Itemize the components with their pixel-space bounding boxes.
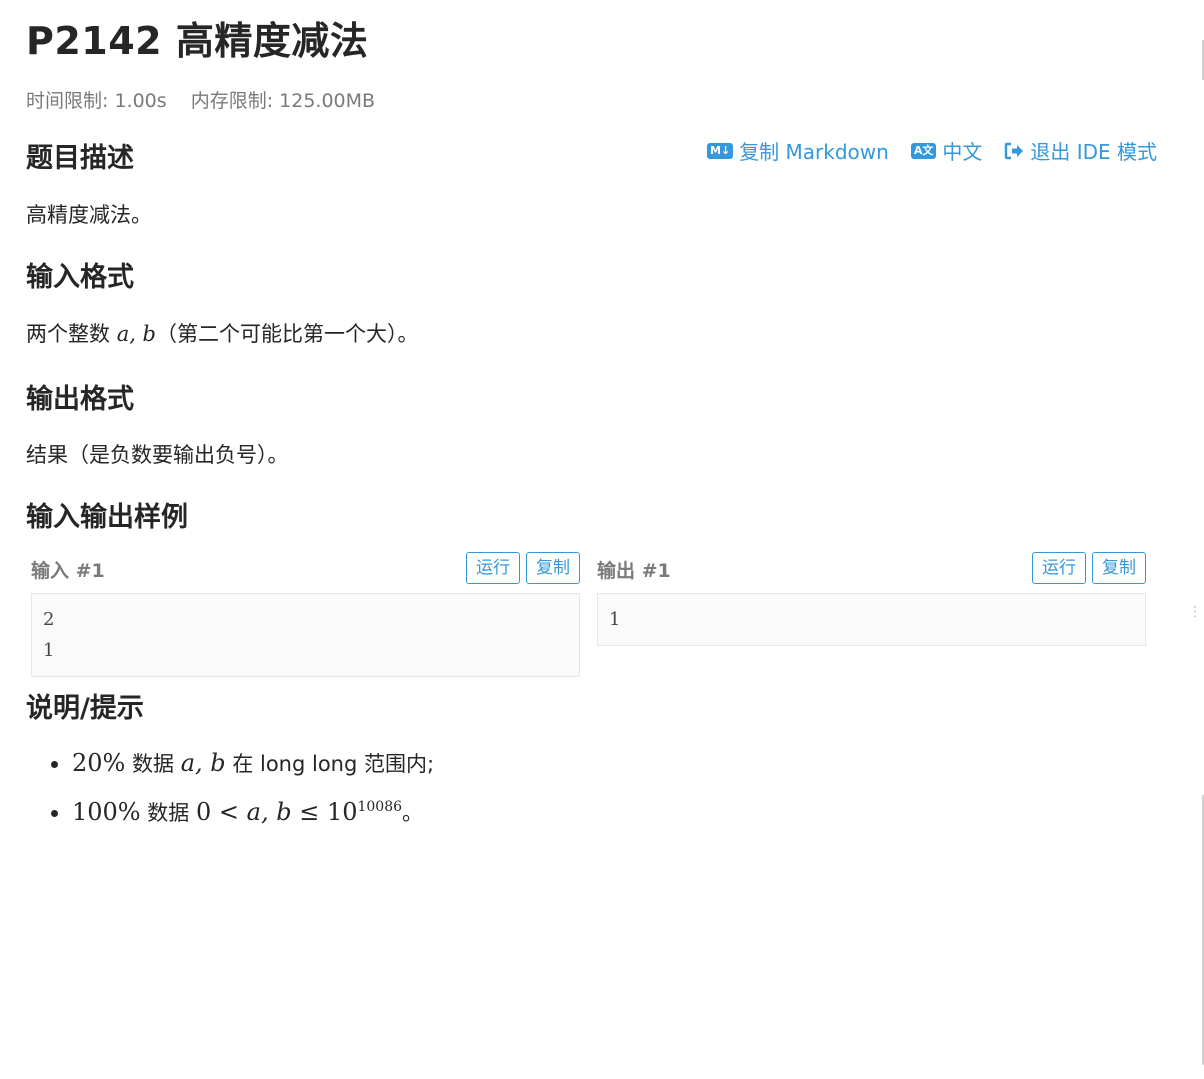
list-item: 20% 数据 a, b 在 long long 范围内; [72,742,434,786]
run-output-button[interactable]: 运行 [1032,552,1086,584]
description-heading: 题目描述 [26,143,134,174]
run-input-button[interactable]: 运行 [466,552,520,584]
language-label: 中文 [942,140,983,164]
problem-title: P2142 高精度减法 [26,19,369,63]
output-format-text: 结果（是负数要输出负号）。 [26,443,289,467]
list-item: 100% 数据 0 < a, b ≤ 1010086。 [72,786,434,835]
exit-ide-button[interactable]: 退出 IDE 模式 [1004,136,1157,165]
samples-heading: 输入输出样例 [26,502,188,533]
math-vars: a, b [116,322,157,346]
sample-input-code: 2 1 [31,593,580,677]
time-limit: 时间限制: 1.00s [26,90,167,112]
sample-output: 输出 #1 运行 复制 1 [592,551,1146,646]
problem-limits: 时间限制: 1.00s 内存限制: 125.00MB [26,86,375,113]
sample-output-code: 1 [597,593,1146,646]
sample-output-label: 输出 #1 [597,560,671,582]
translate-icon: A文 [910,142,937,159]
exit-ide-label: 退出 IDE 模式 [1030,140,1157,164]
hints-heading: 说明/提示 [26,693,144,724]
copy-markdown-button[interactable]: M↓ 复制 Markdown [707,136,889,165]
description-text: 高精度减法。 [26,203,152,227]
input-format-heading: 输入格式 [26,262,134,293]
memory-limit: 内存限制: 125.00MB [190,90,376,112]
language-button[interactable]: A文 中文 [910,136,983,165]
drag-handle-icon[interactable]: ⋮⋮ [1188,605,1204,629]
hints-list: 20% 数据 a, b 在 long long 范围内; 100% 数据 0 <… [26,742,434,835]
sign-out-icon [1005,142,1024,159]
sample-input: 输入 #1 运行 复制 2 1 [26,551,580,677]
input-format-text: 两个整数 a, b（第二个可能比第一个大）。 [26,322,419,346]
copy-markdown-label: 复制 Markdown [739,140,889,164]
output-format-heading: 输出格式 [26,384,134,415]
markdown-icon: M↓ [707,142,734,159]
copy-output-button[interactable]: 复制 [1092,552,1146,584]
copy-input-button[interactable]: 复制 [526,552,580,584]
sample-input-label: 输入 #1 [31,560,105,582]
problem-toolbar: M↓ 复制 Markdown A文 中文 退出 IDE 模式 [707,136,1157,165]
